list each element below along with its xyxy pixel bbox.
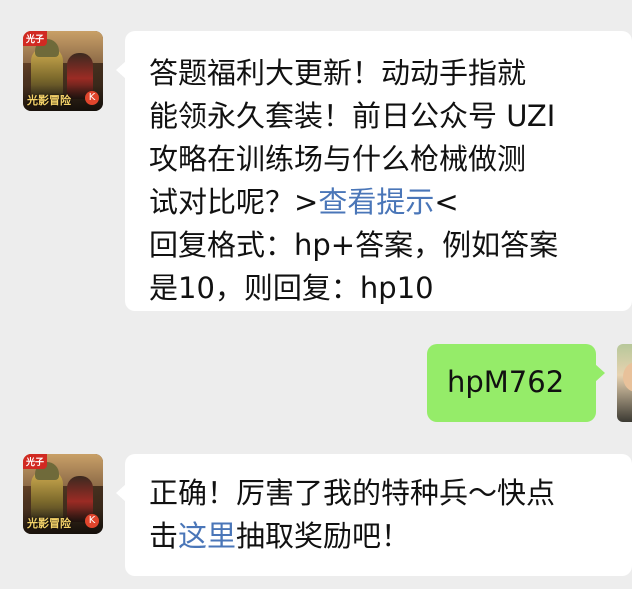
avatar-logo-text: 光影冒险: [27, 517, 71, 530]
message-line-with-link: 试对比呢？>查看提示<: [149, 181, 632, 224]
avatar-corner-mark: K: [85, 514, 99, 528]
message-bubble-incoming[interactable]: 答题福利大更新！动动手指就 能领永久套装！前日公众号 UZI 攻略在训练场与什么…: [116, 31, 632, 311]
message-line: 答题福利大更新！动动手指就: [149, 56, 527, 90]
view-hint-link[interactable]: 查看提示: [318, 185, 434, 219]
message-text: hpM762: [447, 365, 565, 399]
message-line: 能领永久套装！前日公众号 UZI: [149, 99, 556, 133]
avatar-top-label: 光子: [23, 31, 48, 46]
avatar-top-label: 光子: [23, 454, 48, 469]
official-account-avatar[interactable]: 光子 光影冒险 K: [23, 454, 103, 534]
message-line: 攻略在训练场与什么枪械做测: [149, 142, 527, 176]
user-avatar[interactable]: [617, 344, 632, 422]
message-bubble-outgoing[interactable]: hpM762: [427, 344, 605, 422]
message-bubble-incoming[interactable]: 正确！厉害了我的特种兵～快点 击这里抽取奖励吧！: [116, 454, 632, 576]
avatar-logo-text: 光影冒险: [27, 94, 71, 107]
click-here-link[interactable]: 这里: [178, 519, 236, 553]
message-line: 回复格式：hp+答案，例如答案: [149, 228, 559, 262]
message-line: 是10，则回复：hp10: [149, 271, 434, 305]
message-line: 正确！厉害了我的特种兵～快点: [149, 476, 556, 510]
message-text: 抽取奖励吧！: [236, 519, 411, 553]
message-text: 击: [149, 519, 179, 553]
message-text: 试对比呢？>: [149, 185, 319, 219]
message-line-with-link: 击这里抽取奖励吧！: [149, 515, 632, 558]
avatar-face: [623, 362, 632, 392]
message-text: <: [434, 185, 459, 219]
avatar-corner-mark: K: [85, 91, 99, 105]
official-account-avatar[interactable]: 光子 光影冒险 K: [23, 31, 103, 111]
